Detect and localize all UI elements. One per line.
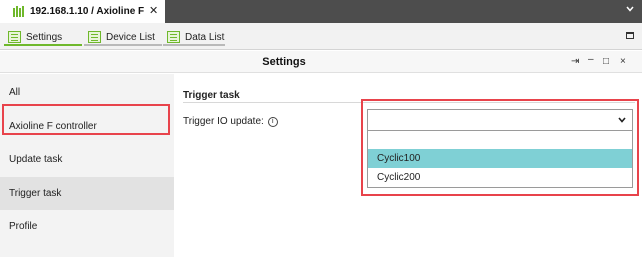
data-list-icon bbox=[167, 31, 180, 43]
close-tab-icon[interactable]: ✕ bbox=[149, 4, 158, 17]
tab-indicator bbox=[163, 44, 225, 46]
device-list-tab[interactable]: Device List bbox=[88, 29, 155, 45]
active-tab-indicator bbox=[4, 44, 82, 46]
sidebar-item-profile[interactable]: Profile bbox=[0, 210, 174, 243]
minimize-icon[interactable]: – bbox=[588, 54, 594, 65]
tab-indicator bbox=[84, 44, 162, 46]
document-tab-title: 192.168.1.10 / Axioline F bbox=[30, 6, 145, 17]
toolbar: Settings Device List Data List bbox=[0, 23, 642, 50]
data-list-tab[interactable]: Data List bbox=[167, 29, 224, 45]
settings-sidebar: All Axioline F controller Update task Tr… bbox=[0, 74, 174, 257]
data-list-tab-label: Data List bbox=[185, 31, 225, 43]
device-list-icon bbox=[88, 31, 101, 43]
pin-icon[interactable]: ⇥ bbox=[571, 56, 579, 67]
device-list-tab-label: Device List bbox=[106, 31, 155, 43]
section-title: Trigger task bbox=[183, 90, 240, 101]
settings-icon bbox=[8, 31, 21, 43]
field-label-text: Trigger IO update: bbox=[183, 116, 264, 127]
close-panel-icon[interactable]: × bbox=[620, 56, 626, 67]
restore-icon[interactable]: □ bbox=[603, 56, 609, 67]
maximize-icon[interactable] bbox=[626, 32, 634, 39]
chevron-down-icon[interactable] bbox=[626, 5, 634, 13]
settings-tab-label: Settings bbox=[26, 31, 63, 43]
document-tab-bar: 192.168.1.10 / Axioline F ✕ bbox=[0, 0, 642, 23]
panel-title: Settings bbox=[262, 56, 306, 68]
document-tab[interactable]: 192.168.1.10 / Axioline F ✕ bbox=[0, 0, 165, 23]
trigger-io-update-label: Trigger IO update: i bbox=[183, 116, 278, 127]
sidebar-item-update-task[interactable]: Update task bbox=[0, 143, 174, 176]
sidebar-item-trigger-task[interactable]: Trigger task bbox=[0, 177, 174, 210]
info-icon[interactable]: i bbox=[267, 116, 278, 127]
settings-panel-header: Settings ⇥ – □ × bbox=[0, 51, 642, 73]
settings-tab[interactable]: Settings bbox=[8, 29, 62, 45]
dropdown-highlight-box bbox=[361, 99, 639, 196]
controller-icon bbox=[13, 6, 24, 17]
sidebar-selection-highlight bbox=[2, 104, 170, 135]
